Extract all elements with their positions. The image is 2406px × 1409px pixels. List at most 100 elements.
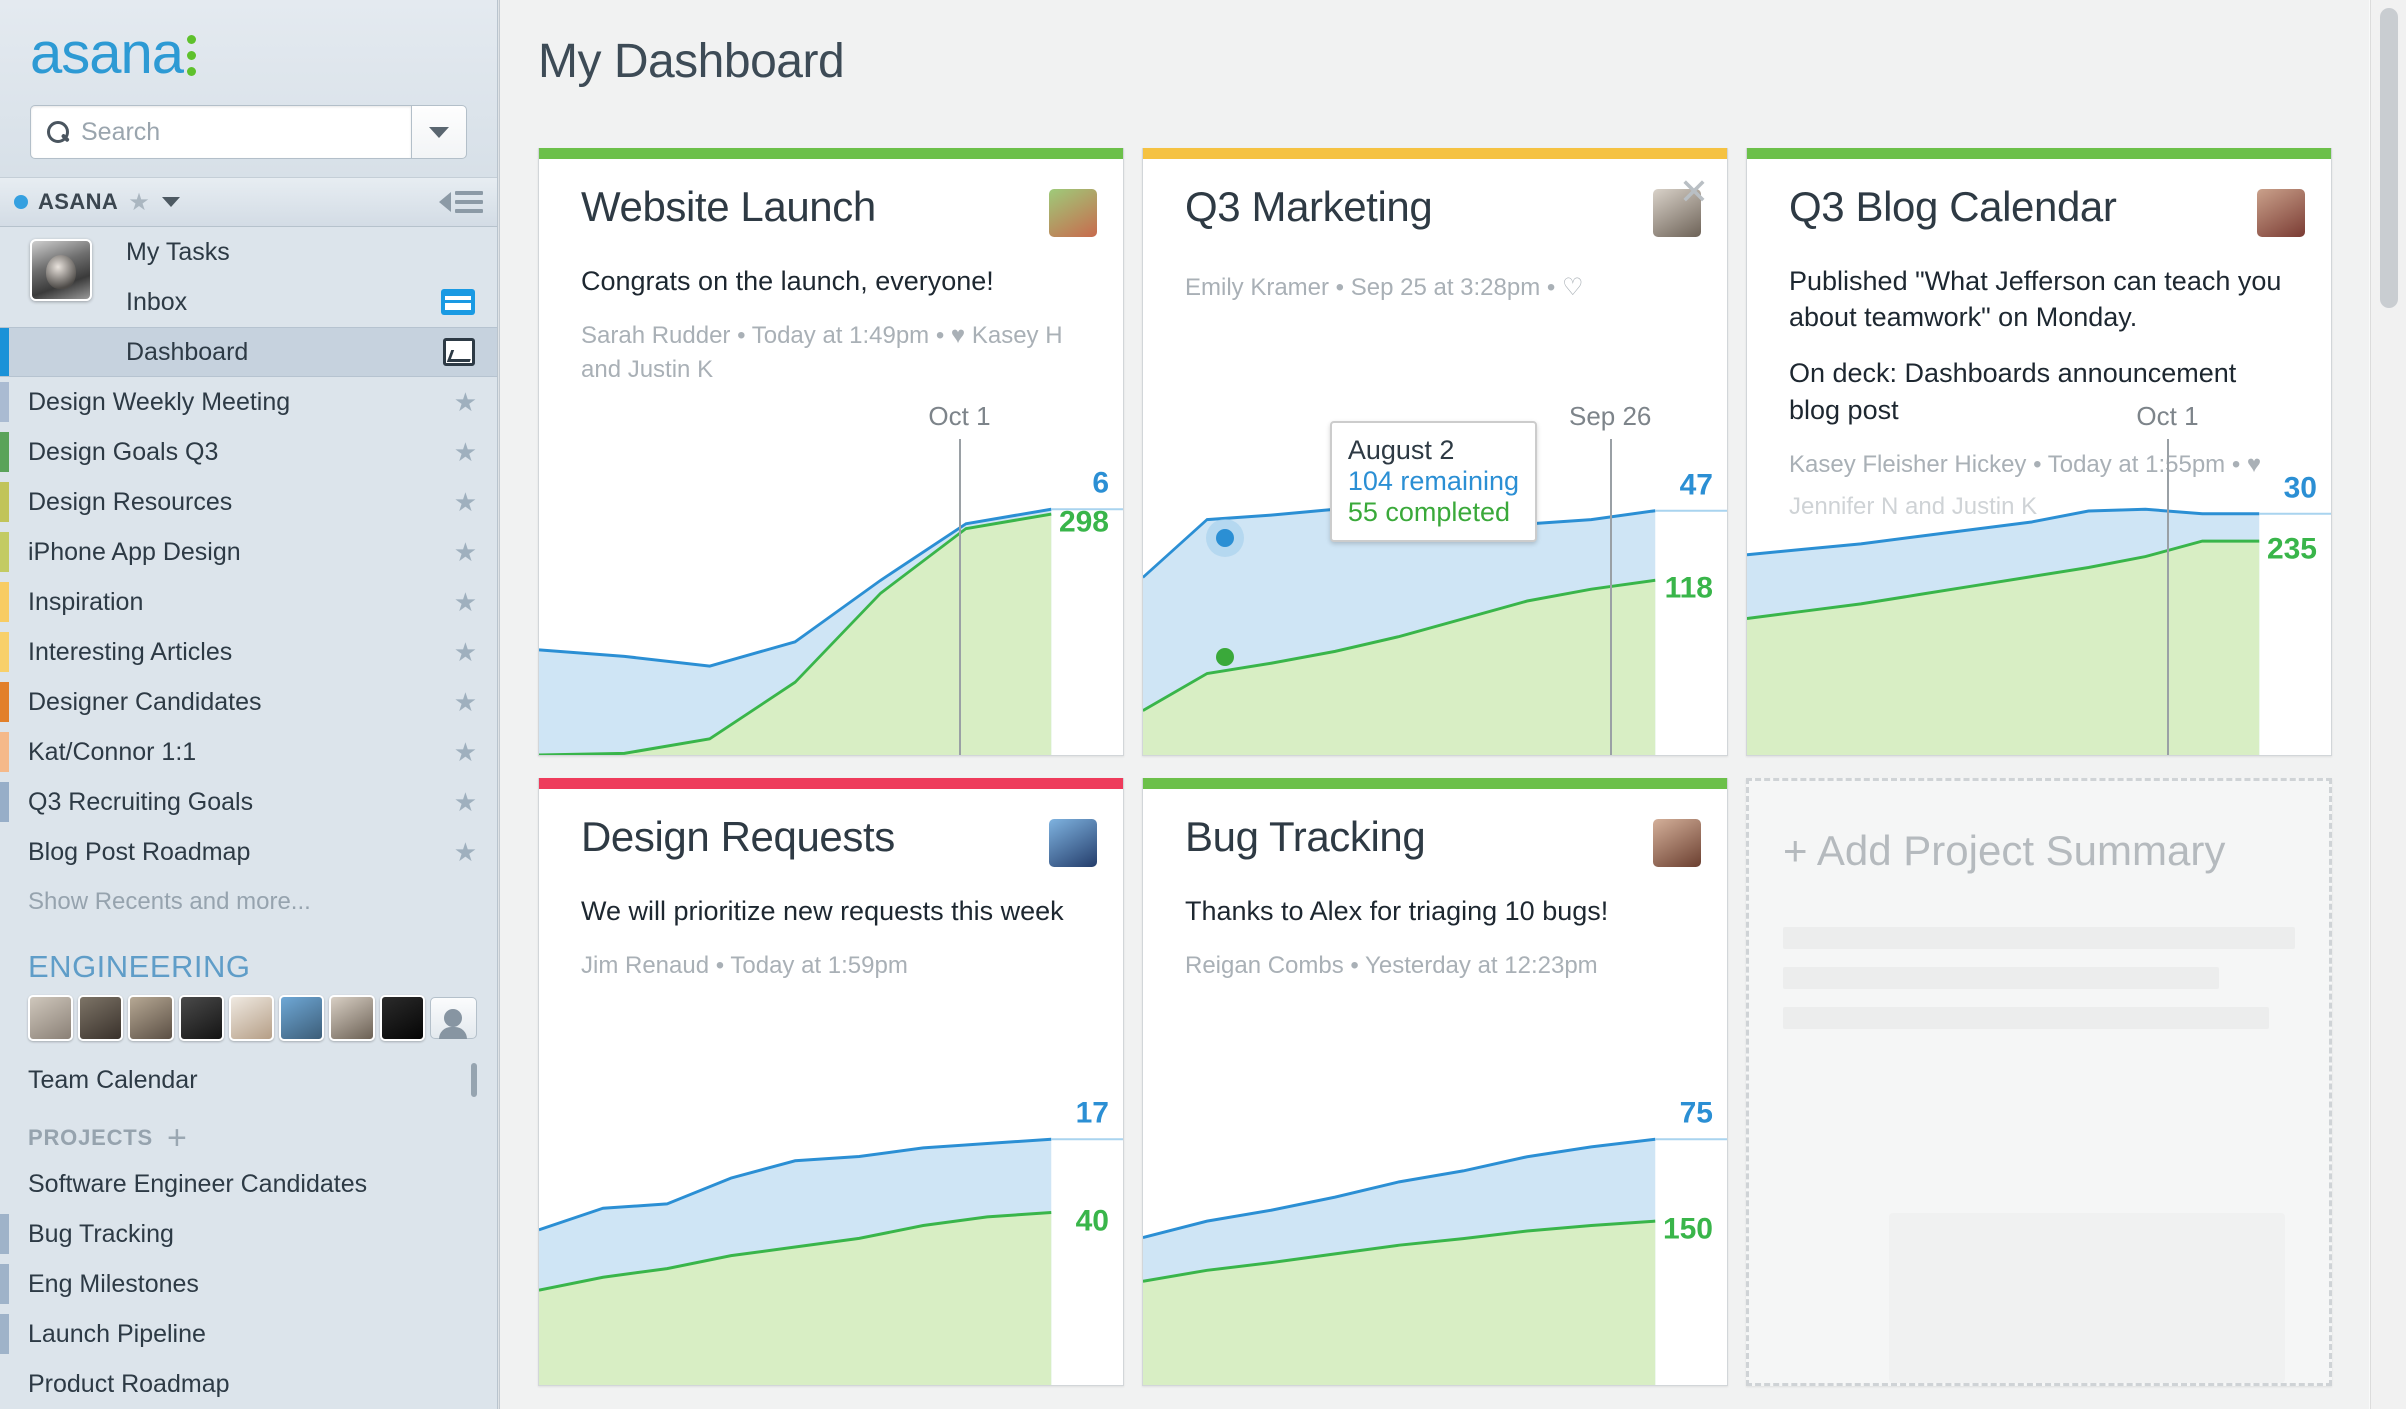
area-chart bbox=[539, 1137, 1123, 1385]
star-icon[interactable]: ★ bbox=[454, 687, 477, 718]
add-person-button[interactable] bbox=[429, 997, 478, 1039]
project-color-bar bbox=[0, 1264, 9, 1304]
avatar[interactable] bbox=[1049, 189, 1097, 237]
project-color-bar bbox=[0, 682, 9, 722]
sidebar-item-inbox[interactable]: Inbox bbox=[0, 277, 497, 327]
page-title: My Dashboard bbox=[538, 35, 845, 88]
search-dropdown-button[interactable] bbox=[411, 105, 467, 159]
sidebar-item-dashboard[interactable]: Dashboard bbox=[0, 327, 497, 377]
project-summary-card[interactable]: Design Requests We will prioritize new re… bbox=[538, 778, 1124, 1386]
chart-end-label-remaining: 17 bbox=[1075, 1096, 1109, 1130]
dashboard-icon-wrap bbox=[443, 338, 475, 366]
scrollbar-thumb[interactable] bbox=[2380, 8, 2398, 308]
sidebar-item-label: Product Roadmap bbox=[28, 1369, 230, 1398]
logo-text: asana bbox=[30, 21, 184, 86]
org-bar[interactable]: ASANA ★ bbox=[0, 177, 497, 227]
project-summary-card[interactable]: Q3 Blog Calendar Published "What Jefferso… bbox=[1746, 148, 2332, 756]
avatar[interactable] bbox=[28, 995, 74, 1041]
show-recents-link[interactable]: Show Recents and more... bbox=[0, 877, 497, 927]
sidebar-item-team-project[interactable]: Product Roadmap bbox=[0, 1359, 497, 1409]
chevron-down-icon[interactable] bbox=[161, 197, 180, 207]
sidebar-item-project[interactable]: Blog Post Roadmap ★ bbox=[0, 827, 497, 877]
add-project-summary-label: + Add Project Summary bbox=[1783, 827, 2226, 874]
project-color-bar bbox=[0, 832, 9, 872]
team-project-list: Software Engineer Candidates Bug Tracking… bbox=[0, 1159, 497, 1409]
sidebar-item-project[interactable]: iPhone App Design ★ bbox=[0, 527, 497, 577]
sidebar-item-label: Design Weekly Meeting bbox=[28, 387, 291, 416]
star-icon[interactable]: ★ bbox=[454, 637, 477, 668]
list-lines-icon bbox=[455, 191, 483, 213]
avatar[interactable] bbox=[128, 995, 174, 1041]
avatar[interactable] bbox=[1049, 819, 1097, 867]
projects-header-label: PROJECTS bbox=[28, 1125, 153, 1150]
avatar[interactable] bbox=[279, 995, 325, 1041]
avatar[interactable] bbox=[2257, 189, 2305, 237]
sidebar-item-team-project[interactable]: Software Engineer Candidates bbox=[0, 1159, 497, 1209]
sidebar-item-project[interactable]: Kat/Connor 1:1 ★ bbox=[0, 727, 497, 777]
avatar[interactable] bbox=[329, 995, 375, 1041]
chevron-down-icon bbox=[429, 126, 449, 138]
sidebar-item-team-calendar[interactable]: Team Calendar bbox=[0, 1055, 497, 1105]
dashboard-icon bbox=[443, 338, 475, 366]
project-color-bar bbox=[0, 432, 9, 472]
triangle-left-icon bbox=[439, 192, 451, 212]
chart-end-label-completed: 298 bbox=[1058, 505, 1109, 539]
project-summary-card[interactable]: Website Launch Congrats on the launch, ev… bbox=[538, 148, 1124, 756]
sidebar-item-project[interactable]: Design Goals Q3 ★ bbox=[0, 427, 497, 477]
add-project-summary-card[interactable]: + Add Project Summary bbox=[1746, 778, 2332, 1386]
star-icon[interactable]: ★ bbox=[454, 837, 477, 868]
project-summary-card[interactable]: Bug Tracking Thanks to Alex for triaging … bbox=[1142, 778, 1728, 1386]
project-summary-card[interactable]: ✕ Q3 Marketing Emily Kramer • Sep 25 at 3:… bbox=[1142, 148, 1728, 756]
burndown-chart: 17 40 bbox=[539, 1095, 1123, 1385]
asana-logo[interactable]: asana bbox=[30, 21, 467, 86]
sidebar-item-my-tasks[interactable]: My Tasks bbox=[0, 227, 497, 277]
sidebar-item-label: Bug Tracking bbox=[28, 1219, 174, 1248]
sidebar-item-project[interactable]: Inspiration ★ bbox=[0, 577, 497, 627]
sidebar-item-team-project[interactable]: Eng Milestones bbox=[0, 1259, 497, 1309]
team-name: ENGINEERING bbox=[28, 949, 251, 984]
star-icon[interactable]: ★ bbox=[454, 587, 477, 618]
sidebar-item-team-project[interactable]: Bug Tracking bbox=[0, 1209, 497, 1259]
chart-point-completed bbox=[1216, 647, 1234, 666]
avatar[interactable] bbox=[228, 995, 275, 1041]
card-title: Website Launch bbox=[581, 183, 876, 230]
star-icon[interactable]: ★ bbox=[454, 487, 477, 518]
sidebar-item-project[interactable]: Q3 Recruiting Goals ★ bbox=[0, 777, 497, 827]
star-icon[interactable]: ★ bbox=[454, 437, 477, 468]
sidebar-item-label: Designer Candidates bbox=[28, 687, 262, 716]
sidebar-item-project[interactable]: Design Resources ★ bbox=[0, 477, 497, 527]
close-icon[interactable]: ✕ bbox=[1679, 174, 1709, 210]
person-icon bbox=[439, 1009, 468, 1039]
star-icon[interactable]: ★ bbox=[454, 737, 477, 768]
sidebar-item-project[interactable]: Design Weekly Meeting ★ bbox=[0, 377, 497, 427]
chart-end-label-completed: 150 bbox=[1662, 1212, 1713, 1246]
avatar[interactable] bbox=[1653, 819, 1701, 867]
avatar[interactable] bbox=[379, 995, 425, 1041]
status-meta: Reigan Combs • Yesterday at 12:23pm bbox=[1185, 952, 1598, 980]
star-icon[interactable]: ★ bbox=[454, 387, 477, 418]
vertical-scrollbar[interactable] bbox=[2370, 0, 2406, 1409]
collapse-sidebar-button[interactable] bbox=[439, 191, 483, 213]
chart-point-remaining bbox=[1216, 528, 1234, 547]
project-color-bar bbox=[0, 632, 9, 672]
sidebar-item-label: iPhone App Design bbox=[28, 537, 241, 566]
sidebar-item-project[interactable]: Interesting Articles ★ bbox=[0, 627, 497, 677]
sidebar-item-project[interactable]: Designer Candidates ★ bbox=[0, 677, 497, 727]
burndown-chart: Oct 1 6 298 bbox=[539, 401, 1123, 755]
star-icon[interactable]: ★ bbox=[454, 537, 477, 568]
card-header: Bug Tracking bbox=[1143, 789, 1727, 867]
card-color-bar bbox=[1747, 148, 2331, 159]
search-input[interactable] bbox=[81, 117, 397, 147]
sidebar-item-team-project[interactable]: Launch Pipeline bbox=[0, 1309, 497, 1359]
star-icon[interactable]: ★ bbox=[454, 787, 477, 818]
sidebar-item-label: Eng Milestones bbox=[28, 1269, 199, 1298]
chart-marker-label: Oct 1 bbox=[928, 401, 991, 431]
search-box[interactable] bbox=[30, 105, 411, 159]
star-icon[interactable]: ★ bbox=[128, 188, 150, 217]
avatar[interactable] bbox=[78, 995, 124, 1041]
sidebar-item-label: Inbox bbox=[126, 287, 188, 316]
avatar[interactable] bbox=[178, 995, 224, 1041]
add-project-icon[interactable]: + bbox=[167, 1120, 188, 1155]
status-text: Published "What Jefferson can teach you … bbox=[1789, 266, 2282, 333]
chart-marker-line bbox=[959, 439, 962, 755]
